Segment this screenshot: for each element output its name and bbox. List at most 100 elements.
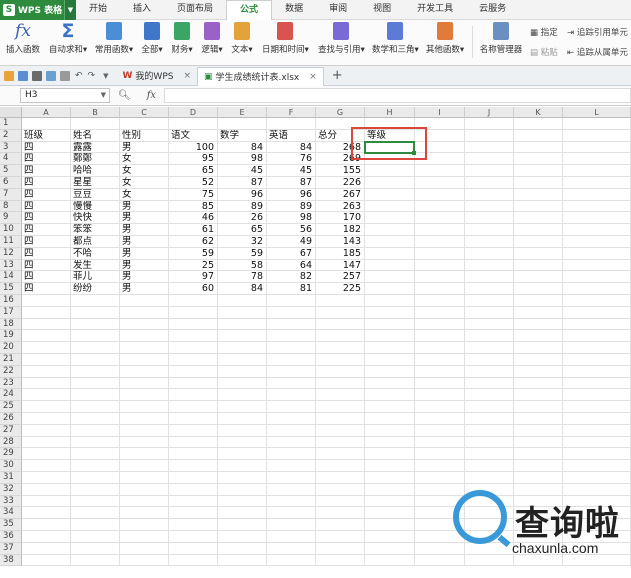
cell-H15[interactable] xyxy=(365,283,415,295)
cell-C23[interactable] xyxy=(120,377,169,390)
format-painter-icon[interactable] xyxy=(60,70,70,81)
cell-F2[interactable]: 英语 xyxy=(267,129,316,142)
tab-menu-0[interactable]: 开始 xyxy=(76,0,120,19)
cell-A26[interactable] xyxy=(22,413,71,425)
cell-B31[interactable] xyxy=(71,472,120,484)
cell-L22[interactable] xyxy=(563,365,631,378)
column-header[interactable]: H xyxy=(365,107,415,118)
cell-A23[interactable] xyxy=(22,377,71,390)
cell-E19[interactable] xyxy=(218,330,267,343)
cell-A9[interactable]: 四 xyxy=(22,212,71,225)
cell-C34[interactable] xyxy=(120,507,169,520)
cell-F12[interactable]: 67 xyxy=(267,247,316,260)
cell-G22[interactable] xyxy=(316,365,365,378)
tab-document[interactable]: ▣ 学生成绩统计表.xlsx × xyxy=(197,66,324,86)
paste-button[interactable]: ▤ 粘贴 xyxy=(530,46,558,58)
cell-D33[interactable] xyxy=(169,495,218,508)
row-header[interactable]: 24 xyxy=(0,389,22,402)
tab-menu-2[interactable]: 页面布局 xyxy=(164,0,226,19)
cell-C19[interactable] xyxy=(120,330,169,343)
cell-C18[interactable] xyxy=(120,318,169,331)
cell-H20[interactable] xyxy=(365,342,415,354)
cell-C28[interactable] xyxy=(120,436,169,449)
cell-B33[interactable] xyxy=(71,495,120,508)
cell-J4[interactable] xyxy=(465,153,514,166)
cell-A16[interactable] xyxy=(22,295,71,307)
cell-A37[interactable] xyxy=(22,542,71,555)
cell-H37[interactable] xyxy=(365,542,415,555)
row-header[interactable]: 2 xyxy=(0,129,22,142)
cell-C20[interactable] xyxy=(120,342,169,354)
cell-F26[interactable] xyxy=(267,413,316,425)
cell-G36[interactable] xyxy=(316,531,365,543)
cell-H23[interactable] xyxy=(365,377,415,390)
cell-J1[interactable] xyxy=(465,118,514,130)
cell-D14[interactable]: 97 xyxy=(169,271,218,284)
cell-E12[interactable]: 59 xyxy=(218,247,267,260)
cell-C38[interactable] xyxy=(120,554,169,567)
cell-D21[interactable] xyxy=(169,354,218,366)
cell-E1[interactable] xyxy=(218,118,267,130)
cell-I11[interactable] xyxy=(415,236,465,248)
cell-I12[interactable] xyxy=(415,247,465,260)
cell-K5[interactable] xyxy=(514,165,563,177)
cell-G20[interactable] xyxy=(316,342,365,354)
cell-A27[interactable] xyxy=(22,424,71,437)
cell-G12[interactable]: 185 xyxy=(316,247,365,260)
all-functions-button[interactable]: 全部▾ xyxy=(141,22,163,62)
cell-E35[interactable] xyxy=(218,519,267,531)
cell-F8[interactable]: 89 xyxy=(267,200,316,213)
cell-C4[interactable]: 女 xyxy=(120,153,169,166)
cell-B4[interactable]: 鄭鄭 xyxy=(71,153,120,166)
cell-A10[interactable]: 四 xyxy=(22,224,71,236)
cell-H11[interactable] xyxy=(365,236,415,248)
cell-L6[interactable] xyxy=(563,177,631,189)
cell-A3[interactable]: 四 xyxy=(22,141,71,154)
cell-I29[interactable] xyxy=(415,448,465,461)
cell-F14[interactable]: 82 xyxy=(267,271,316,284)
cell-H28[interactable] xyxy=(365,436,415,449)
column-header[interactable]: C xyxy=(120,107,169,118)
cell-A4[interactable]: 四 xyxy=(22,153,71,166)
cell-B23[interactable] xyxy=(71,377,120,390)
cell-F27[interactable] xyxy=(267,424,316,437)
cell-K24[interactable] xyxy=(514,389,563,402)
cell-A11[interactable]: 四 xyxy=(22,236,71,248)
cell-E24[interactable] xyxy=(218,389,267,402)
cell-K27[interactable] xyxy=(514,424,563,437)
cell-C33[interactable] xyxy=(120,495,169,508)
cell-G6[interactable]: 226 xyxy=(316,177,365,189)
cell-L11[interactable] xyxy=(563,236,631,248)
row-header[interactable]: 30 xyxy=(0,460,22,472)
cell-K2[interactable] xyxy=(514,129,563,142)
cell-G10[interactable]: 182 xyxy=(316,224,365,236)
cell-I7[interactable] xyxy=(415,188,465,201)
cell-H27[interactable] xyxy=(365,424,415,437)
cell-C36[interactable] xyxy=(120,531,169,543)
cell-H26[interactable] xyxy=(365,413,415,425)
cell-F3[interactable]: 84 xyxy=(267,141,316,154)
row-header[interactable]: 33 xyxy=(0,495,22,508)
cell-B32[interactable] xyxy=(71,483,120,496)
cell-K6[interactable] xyxy=(514,177,563,189)
cell-F4[interactable]: 76 xyxy=(267,153,316,166)
cell-B18[interactable] xyxy=(71,318,120,331)
cell-A20[interactable] xyxy=(22,342,71,354)
cell-I15[interactable] xyxy=(415,283,465,295)
cell-C10[interactable]: 男 xyxy=(120,224,169,236)
cell-A25[interactable] xyxy=(22,401,71,413)
cell-A13[interactable]: 四 xyxy=(22,259,71,272)
cell-I2[interactable] xyxy=(415,129,465,142)
row-header[interactable]: 20 xyxy=(0,342,22,354)
cell-J13[interactable] xyxy=(465,259,514,272)
row-header[interactable]: 26 xyxy=(0,413,22,425)
cell-G34[interactable] xyxy=(316,507,365,520)
cell-C9[interactable]: 男 xyxy=(120,212,169,225)
cell-G26[interactable] xyxy=(316,413,365,425)
cell-D2[interactable]: 语文 xyxy=(169,129,218,142)
cell-G27[interactable] xyxy=(316,424,365,437)
cell-G5[interactable]: 155 xyxy=(316,165,365,177)
text-functions-button[interactable]: 文本▾ xyxy=(231,22,253,62)
cell-B25[interactable] xyxy=(71,401,120,413)
cell-I28[interactable] xyxy=(415,436,465,449)
